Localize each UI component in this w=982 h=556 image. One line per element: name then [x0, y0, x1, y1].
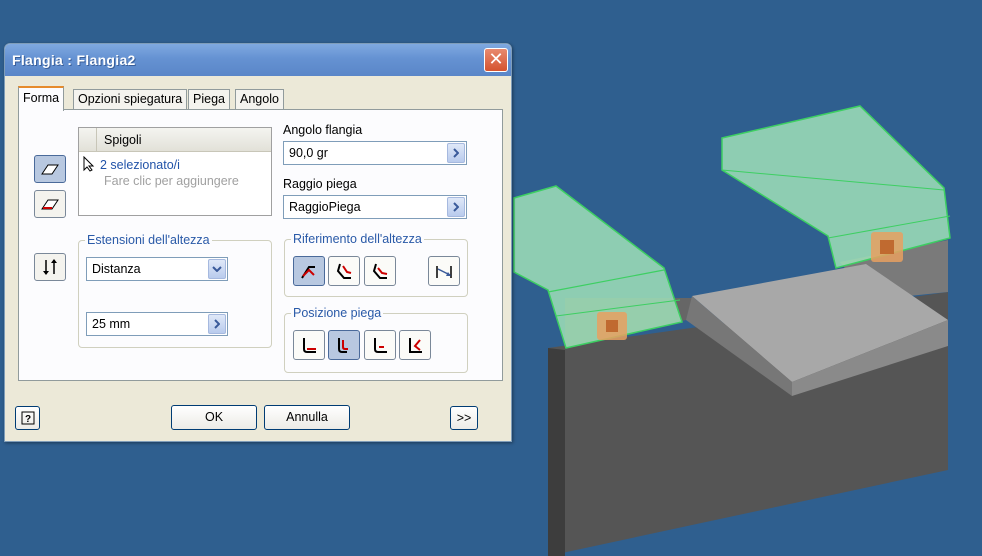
- tab-opzioni-spiegatura[interactable]: Opzioni spiegatura: [73, 89, 188, 110]
- chevron-right-icon: [453, 202, 459, 212]
- bend-position-middle-button[interactable]: [328, 330, 360, 360]
- aligned-height-icon: [436, 266, 452, 278]
- flip-arrows-icon: [43, 259, 57, 275]
- bend-position-outside-button[interactable]: [364, 330, 396, 360]
- bend-tangent-icon: [372, 263, 388, 279]
- flange-grip-right: [871, 232, 903, 262]
- height-reference-label: Riferimento dell'altezza: [291, 232, 424, 246]
- help-icon: ?: [21, 411, 34, 425]
- height-extents-select[interactable]: Distanza: [86, 257, 228, 281]
- edge-remove-button[interactable]: [34, 190, 66, 218]
- eraser-icon: [41, 199, 59, 210]
- expand-button[interactable]: >>: [450, 406, 478, 430]
- flange-angle-label: Angolo flangia: [283, 123, 363, 137]
- edges-list-header: Spigoli: [79, 128, 271, 152]
- svg-text:?: ?: [25, 414, 31, 425]
- ok-button[interactable]: OK: [171, 405, 257, 430]
- flange-angle-value: 90,0 gr: [289, 146, 328, 160]
- cancel-button[interactable]: Annulla: [264, 405, 350, 430]
- distance-input[interactable]: 25 mm: [86, 312, 228, 336]
- height-extents-label: Estensioni dell'altezza: [85, 233, 212, 247]
- bend-position-group: Posizione piega: [284, 306, 468, 373]
- mouse-cursor-icon: [83, 156, 95, 172]
- bend-radius-input[interactable]: RaggioPiega: [283, 195, 467, 219]
- tab-angolo[interactable]: Angolo: [235, 89, 284, 110]
- tab-panel-forma: Spigoli 2 selezionato/i Fare clic per ag…: [18, 109, 503, 381]
- bend-radius-value: RaggioPiega: [289, 200, 361, 214]
- bend-tangent-side-icon: [409, 338, 422, 353]
- height-reference-group: Riferimento dell'altezza: [284, 232, 468, 297]
- flange-angle-input[interactable]: 90,0 gr: [283, 141, 467, 165]
- height-ref-inner-button[interactable]: [328, 256, 360, 286]
- tab-forma[interactable]: Forma: [18, 86, 65, 111]
- flange-angle-more-button[interactable]: [447, 143, 465, 163]
- flange-grip-left: [597, 312, 627, 340]
- dialog-titlebar[interactable]: Flangia : Flangia2 ✕: [5, 44, 511, 76]
- chevron-right-icon: [453, 148, 459, 158]
- bend-position-label: Posizione piega: [291, 306, 384, 320]
- height-extents-value: Distanza: [92, 262, 141, 276]
- edges-selected-count[interactable]: 2 selezionato/i: [100, 158, 180, 172]
- edges-add-hint[interactable]: Fare clic per aggiungere: [104, 174, 239, 188]
- help-button[interactable]: ?: [15, 406, 40, 430]
- dropdown-arrow[interactable]: [208, 259, 226, 279]
- flip-direction-button[interactable]: [34, 253, 66, 281]
- bend-inner-icon: [336, 263, 352, 279]
- distance-value: 25 mm: [92, 317, 131, 331]
- height-ref-tangent-button[interactable]: [364, 256, 396, 286]
- bend-position-tangent-button[interactable]: [399, 330, 431, 360]
- bend-inside-icon: [303, 338, 316, 353]
- height-extents-group: Estensioni dell'altezza Distanza 25 mm: [78, 233, 272, 348]
- edge-select-button[interactable]: [34, 155, 66, 183]
- chevron-down-icon: [212, 266, 222, 272]
- close-button[interactable]: ✕: [484, 48, 508, 72]
- height-ref-aligned-button[interactable]: [428, 256, 460, 286]
- distance-more-button[interactable]: [208, 314, 226, 334]
- edges-header-label: Spigoli: [104, 133, 142, 147]
- bend-radius-more-button[interactable]: [447, 197, 465, 217]
- bend-outer-icon: [301, 266, 315, 279]
- bend-position-inside-button[interactable]: [293, 330, 325, 360]
- bend-outside-icon: [374, 338, 387, 353]
- edge-select-icon: [41, 164, 59, 175]
- dialog-title: Flangia : Flangia2: [12, 52, 136, 68]
- bend-middle-icon: [338, 338, 348, 353]
- height-ref-outer-button[interactable]: [293, 256, 325, 286]
- chevron-right-icon: [214, 319, 220, 329]
- flange-dialog: Flangia : Flangia2 ✕ Forma Opzioni spieg…: [4, 43, 512, 442]
- flange-right: [721, 105, 951, 269]
- edges-list[interactable]: Spigoli 2 selezionato/i Fare clic per ag…: [78, 127, 272, 216]
- tab-piega[interactable]: Piega: [188, 89, 230, 110]
- bend-radius-label: Raggio piega: [283, 177, 357, 191]
